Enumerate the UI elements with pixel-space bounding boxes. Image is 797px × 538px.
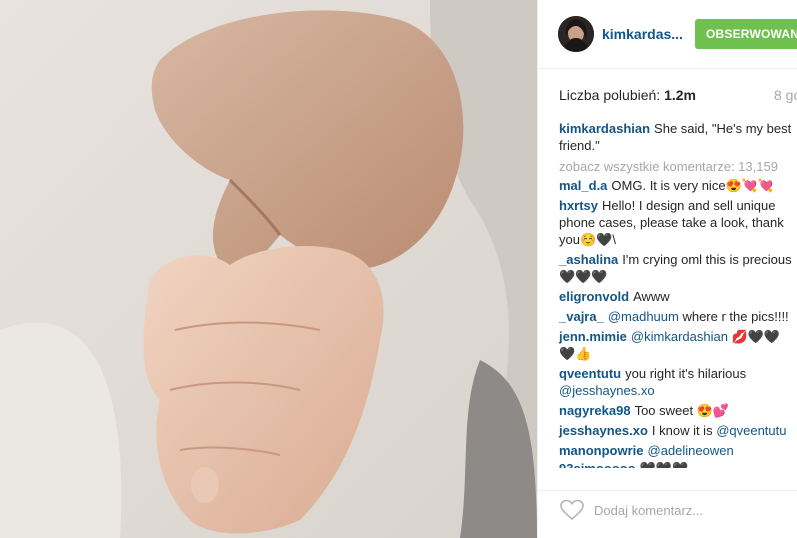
comment-item: hxrtsy Hello! I design and sell unique ph… [559, 197, 795, 248]
caption-user[interactable]: kimkardashian [559, 121, 650, 136]
comment-user[interactable]: qveentutu [559, 366, 621, 381]
comment-item: jenn.mimie @kimkardashian 💋🖤🖤🖤👍 [559, 328, 795, 362]
comment-user[interactable]: jesshaynes.xo [559, 423, 648, 438]
comment-text: I know it is [651, 423, 717, 438]
comment-mention[interactable]: @jesshaynes.xo [559, 383, 655, 398]
avatar-image [558, 16, 594, 52]
comment-user[interactable]: _vajra_ [559, 309, 604, 324]
comment-text: OMG. It is very nice😍💘💘 [611, 178, 775, 193]
comment-user[interactable]: jenn.mimie [559, 329, 627, 344]
comment-item: nagyreka98 Too sweet 😍💕 [559, 402, 795, 419]
post-side-panel: kimkardas... OBSERWOWANIE Liczba polubie… [537, 0, 797, 538]
comment-mention[interactable]: @madhuum [608, 309, 679, 324]
comment-mention[interactable]: @adelineowen [648, 443, 734, 458]
comment-text: you right it's hilarious [625, 366, 747, 381]
comment-user[interactable]: manonpowrie [559, 443, 644, 458]
comment-item: eligronvold Awww [559, 288, 795, 305]
comment-user[interactable]: mal_d.a [559, 178, 607, 193]
comments-list: kimkardashian She said, "He's my best fri… [559, 120, 795, 471]
comment-item: mal_d.a OMG. It is very nice😍💘💘 [559, 177, 795, 194]
view-all-comments-link[interactable]: zobacz wszystkie komentarze: 13,159 [559, 158, 795, 175]
heart-icon[interactable] [560, 499, 584, 521]
comment-user[interactable]: _ashalina [559, 252, 618, 267]
add-comment-input[interactable]: Dodaj komentarz... [594, 503, 703, 518]
comment-item: _ashalina I'm crying oml this is precious… [559, 251, 795, 285]
baby-hand-holding-finger-image [0, 0, 537, 538]
post-header: kimkardas... OBSERWOWANIE [538, 0, 797, 69]
username-link[interactable]: kimkardas... [602, 26, 683, 42]
comment-user[interactable]: hxrtsy [559, 198, 598, 213]
post-timestamp[interactable]: 8 go [774, 87, 797, 103]
comment-item: manonpowrie @adelineowen [559, 442, 795, 459]
comment-mention[interactable]: @kimkardashian [631, 329, 728, 344]
caption: kimkardashian She said, "He's my best fri… [559, 120, 795, 154]
likes-label: Liczba polubień: [559, 87, 661, 103]
comment-mention[interactable]: @qveentutu [716, 423, 786, 438]
likes-row: Liczba polubień: 1.2m 8 go [559, 87, 797, 107]
avatar[interactable] [558, 16, 594, 52]
comment-item: _vajra_ @madhuum where r the pics!!!! [559, 308, 795, 325]
comment-item: qveentutu you right it's hilarious @jessh… [559, 365, 795, 399]
likes-count[interactable]: 1.2m [664, 87, 696, 103]
comment-text: 🖤🖤🖤 [640, 461, 689, 468]
comment-user[interactable]: 93simooooo [559, 461, 636, 468]
comment-text: Too sweet 😍💕 [634, 403, 730, 418]
comment-text: Awww [633, 289, 670, 304]
comment-user[interactable]: nagyreka98 [559, 403, 631, 418]
post-photo[interactable] [0, 0, 537, 538]
comment-item: 93simooooo 🖤🖤🖤 [559, 460, 795, 468]
follow-button[interactable]: OBSERWOWANIE [695, 19, 797, 49]
comment-footer: Dodaj komentarz... [538, 490, 797, 538]
comment-item: jesshaynes.xo I know it is @qveentutu [559, 422, 795, 439]
comment-user[interactable]: eligronvold [559, 289, 629, 304]
comment-text: where r the pics!!!! [678, 309, 789, 324]
